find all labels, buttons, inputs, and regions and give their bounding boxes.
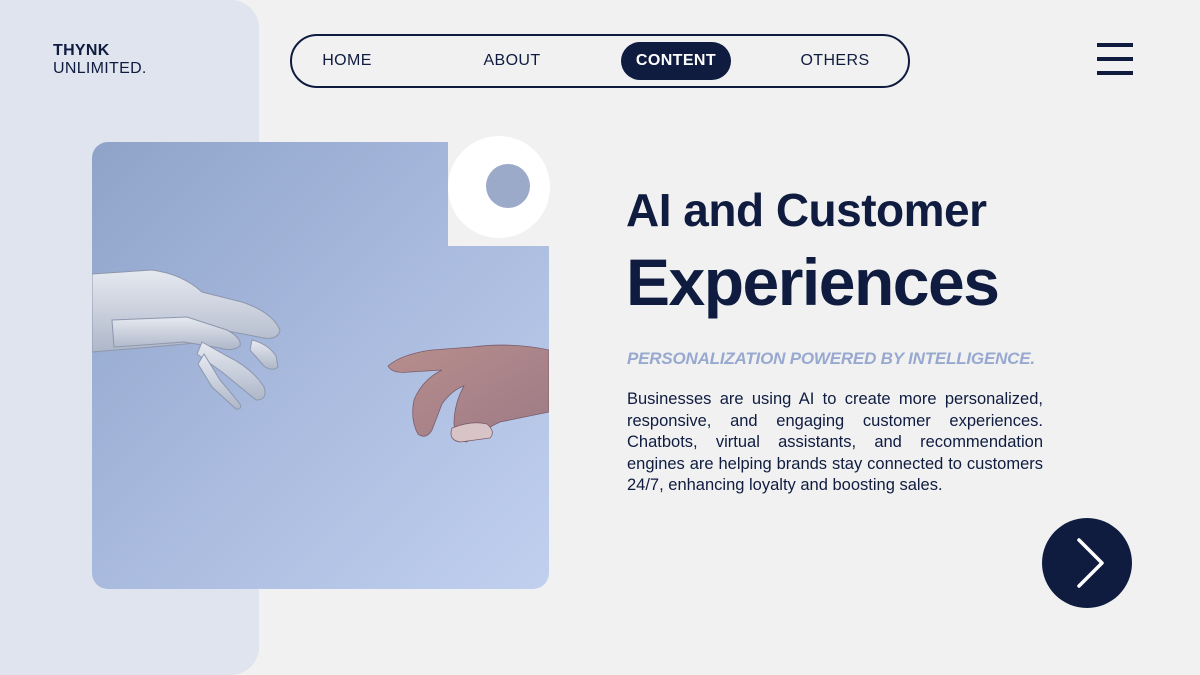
page-title-line-2: Experiences	[626, 245, 1000, 319]
nav-item-home[interactable]: HOME	[312, 42, 382, 80]
brand-logo[interactable]: THYNK UNLIMITED.	[53, 42, 147, 78]
brand-line-2: UNLIMITED.	[53, 60, 147, 77]
body-paragraph: Businesses are using AI to create more p…	[627, 390, 1043, 494]
human-hand	[387, 344, 549, 443]
nav-item-about[interactable]: ABOUT	[474, 42, 550, 80]
page-subtitle: PERSONALIZATION POWERED BY INTELLIGENCE.	[627, 349, 1035, 368]
page-title-line-1: AI and Customer	[626, 184, 987, 236]
hamburger-menu-icon[interactable]	[1097, 43, 1133, 75]
nav-item-content[interactable]: CONTENT	[621, 42, 731, 80]
top-nav: HOME ABOUT CONTENT OTHERS	[290, 34, 910, 88]
decorative-dot	[486, 164, 530, 208]
next-button[interactable]	[1042, 518, 1132, 608]
chevron-right-icon	[1077, 538, 1104, 588]
nav-item-others[interactable]: OTHERS	[794, 42, 876, 80]
robot-hand	[92, 269, 281, 410]
brand-line-1: THYNK	[53, 42, 110, 59]
